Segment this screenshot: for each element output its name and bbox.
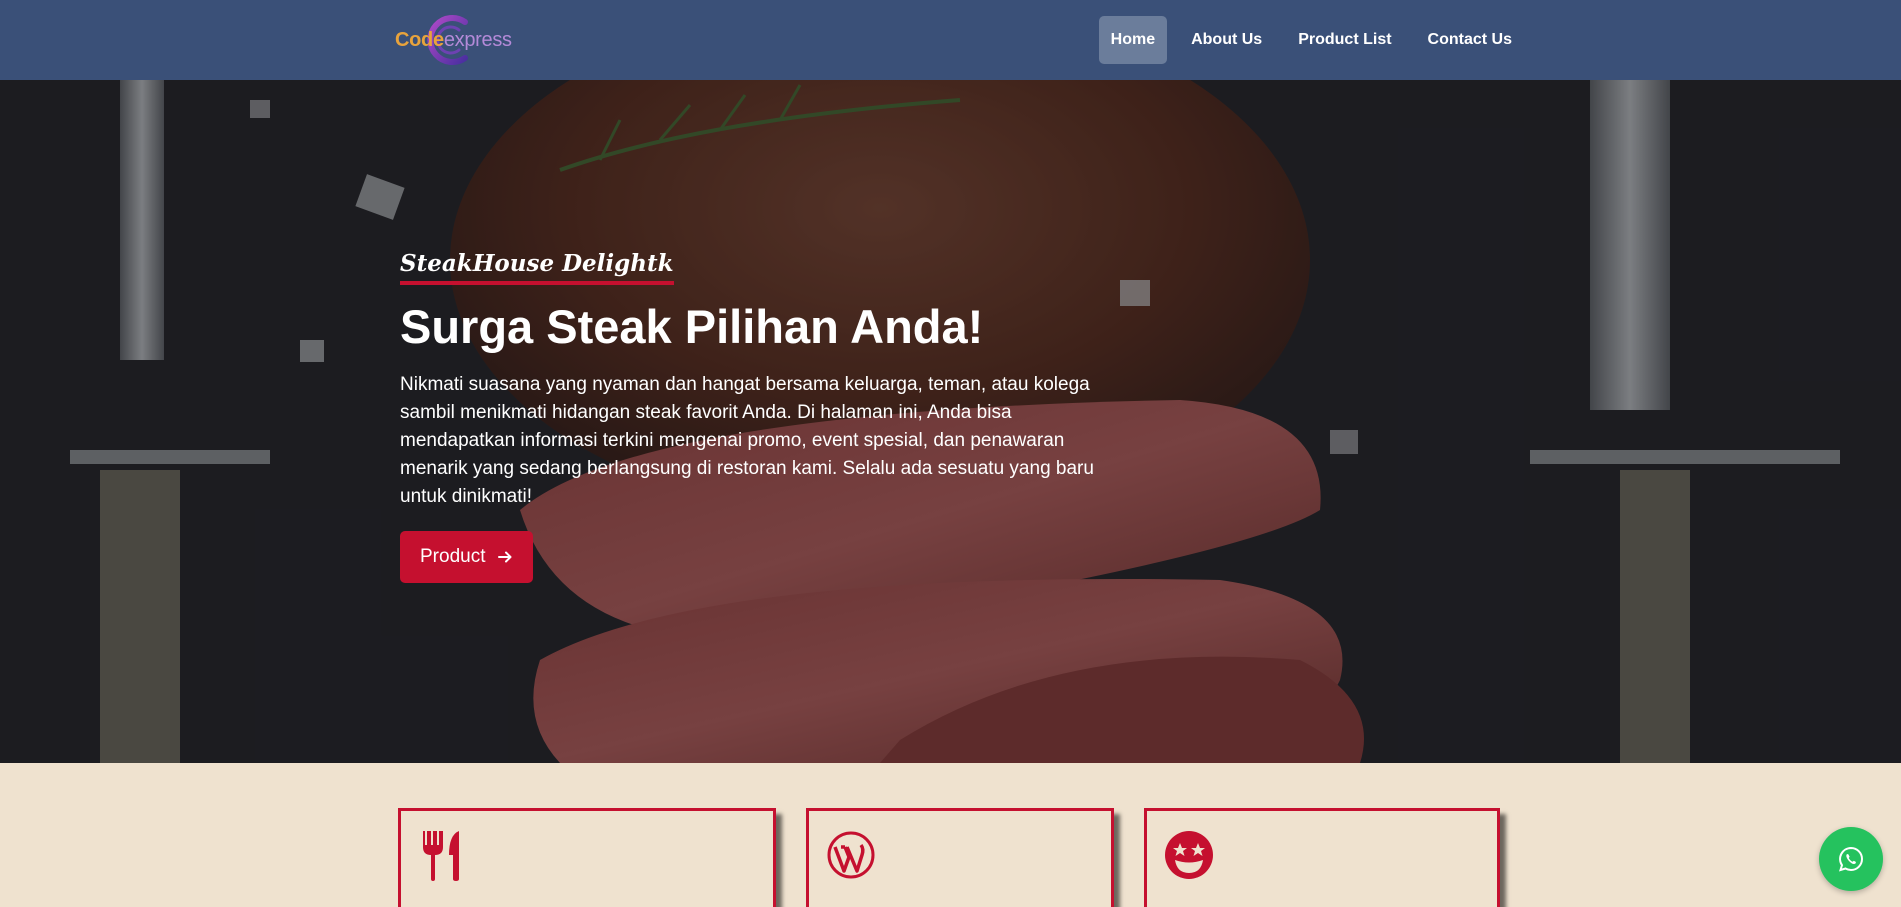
feature-card-dining — [398, 808, 776, 907]
logo[interactable]: Codeexpress — [395, 12, 515, 68]
product-button[interactable]: Product — [400, 530, 534, 583]
logo-text-express: express — [443, 28, 512, 51]
hero-section: SteakHouse Delightk Surga Steak Pilihan … — [0, 80, 1901, 763]
utensils-icon — [423, 831, 459, 881]
logo-text-code: Code — [395, 28, 444, 51]
nav-home[interactable]: Home — [1098, 16, 1168, 64]
nav-contact-us[interactable]: Contact Us — [1416, 16, 1524, 64]
whatsapp-icon — [1838, 846, 1863, 872]
logo-text: Codeexpress — [395, 29, 512, 52]
arrow-right-icon — [498, 551, 512, 563]
product-button-label: Product — [420, 545, 486, 567]
main-nav: Home About Us Product List Contact Us — [1098, 16, 1524, 64]
feature-card-wordpress — [806, 808, 1114, 907]
hero-title: Surga Steak Pilihan Anda! — [400, 300, 984, 353]
wordpress-icon — [827, 831, 875, 879]
hero-content: SteakHouse Delightk Surga Steak Pilihan … — [400, 250, 1140, 583]
grin-stars-icon — [1165, 831, 1213, 879]
nav-product-list[interactable]: Product List — [1286, 16, 1403, 64]
whatsapp-button[interactable] — [1819, 827, 1883, 891]
navbar: Codeexpress Home About Us Product List C… — [0, 0, 1901, 80]
features-section — [0, 763, 1901, 907]
nav-about-us[interactable]: About Us — [1179, 16, 1274, 64]
hero-brand: SteakHouse Delightk — [400, 250, 674, 285]
feature-card-satisfaction — [1144, 808, 1500, 907]
hero-description: Nikmati suasana yang nyaman dan hangat b… — [400, 373, 1094, 507]
